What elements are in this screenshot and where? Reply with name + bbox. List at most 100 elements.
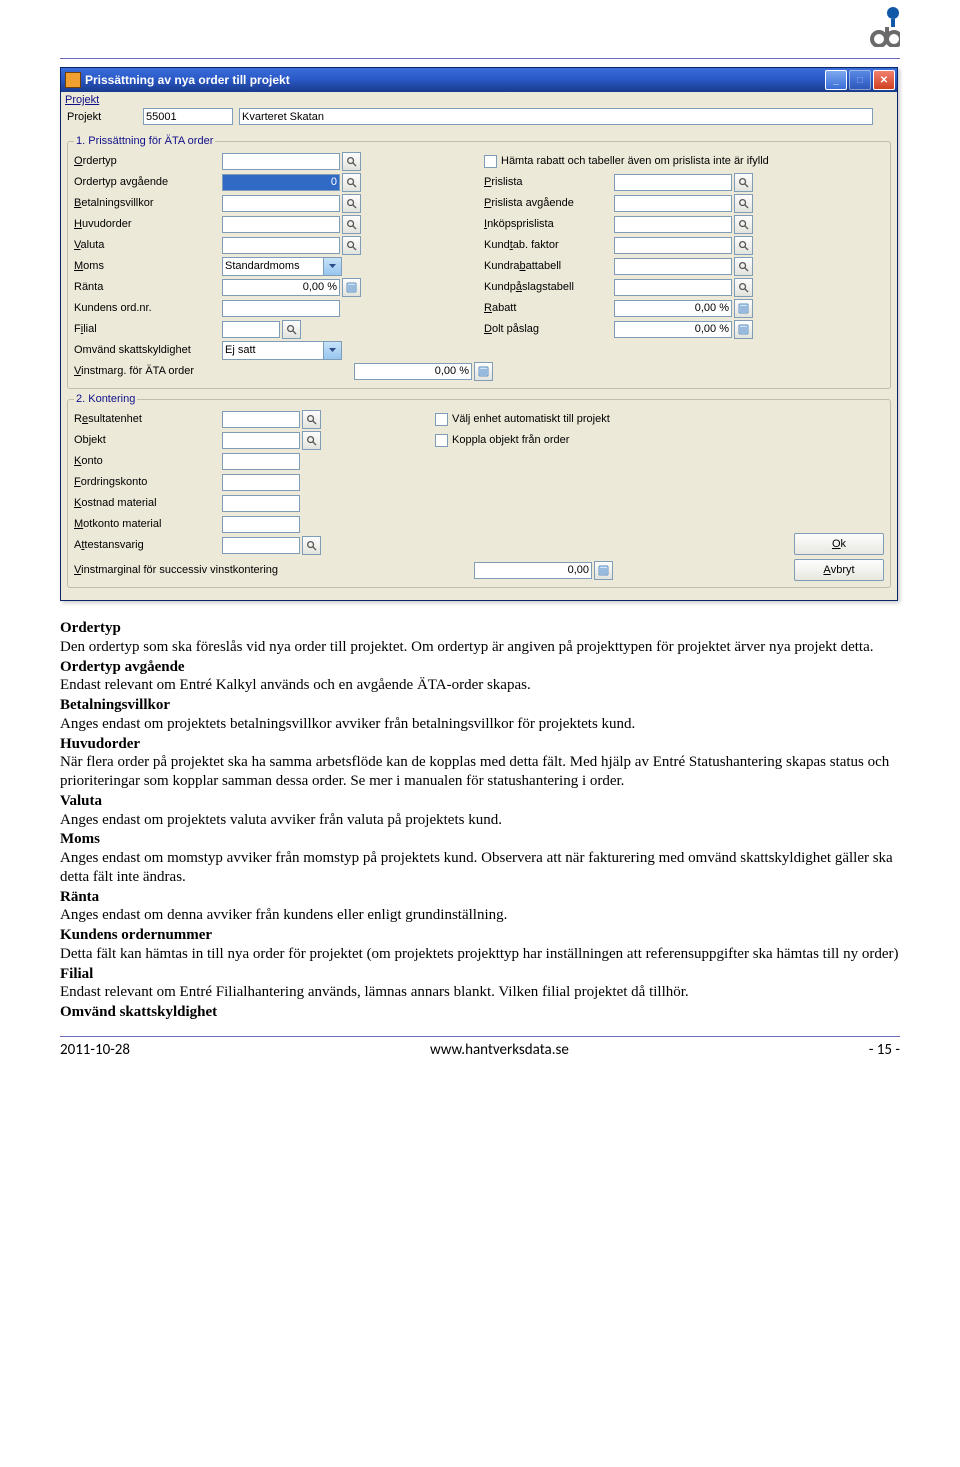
ordertyp-lookup[interactable] — [342, 152, 361, 171]
objekt-lookup[interactable] — [302, 431, 321, 450]
vinstmarginal-field[interactable] — [474, 562, 592, 579]
lbl-valj-enhet: Välj enhet automatiskt till projekt — [452, 413, 610, 425]
h-ordertyp-avg: Ordertyp avgående — [60, 658, 900, 677]
logo-ob — [870, 5, 900, 50]
page-header — [60, 0, 900, 59]
attestansvarig-lookup[interactable] — [302, 536, 321, 555]
ranta-calc-button[interactable] — [342, 278, 361, 297]
lbl-kundpaslagstabell: Kundpåslagstabell — [484, 281, 614, 293]
lbl-objekt: Objekt — [74, 434, 222, 446]
konto-field[interactable] — [222, 453, 300, 470]
dolt-paslag-field[interactable] — [614, 321, 732, 338]
kundtab-lookup[interactable] — [734, 236, 753, 255]
chevron-down-icon[interactable] — [323, 258, 341, 275]
kundpaslagstabell-lookup[interactable] — [734, 278, 753, 297]
rabatt-calc-button[interactable] — [734, 299, 753, 318]
lbl-rabatt: Rabatt — [484, 302, 614, 314]
ordertyp-avg-lookup[interactable] — [342, 173, 361, 192]
ok-button[interactable]: Ok — [794, 533, 884, 555]
chk-hamta-rabatt[interactable] — [484, 155, 497, 168]
chk-valj-enhet[interactable] — [435, 413, 448, 426]
vinstmarg-field[interactable] — [354, 363, 472, 380]
group-pricing-legend: 1. Prissättning för ÄTA order — [74, 135, 215, 147]
vinstmarg-calc-button[interactable] — [474, 362, 493, 381]
filial-lookup[interactable] — [282, 320, 301, 339]
lbl-kundtab: Kundtab. faktor — [484, 239, 614, 251]
minimize-button[interactable]: _ — [825, 70, 847, 90]
objekt-field[interactable] — [222, 432, 300, 449]
p-kundens: Detta fält kan hämtas in till nya order … — [60, 945, 900, 964]
project-row: Projekt — [61, 106, 897, 129]
betalningsvillkor-field[interactable] — [222, 195, 340, 212]
lbl-kostnad-material: Kostnad material — [74, 497, 222, 509]
group-kontering: 2. Kontering Resultatenhet Objekt Konto … — [67, 393, 891, 588]
lbl-konto: Konto — [74, 455, 222, 467]
project-label: Projekt — [67, 111, 137, 123]
resultatenhet-field[interactable] — [222, 411, 300, 428]
footer-page: - 15 - — [869, 1041, 900, 1059]
kundtab-field[interactable] — [614, 237, 732, 254]
vinstmarginal-calc-button[interactable] — [594, 561, 613, 580]
h-valuta: Valuta — [60, 792, 900, 811]
lbl-ordertyp: Ordertyp — [74, 155, 222, 167]
lbl-ordertyp-avg: Ordertyp avgående — [74, 176, 222, 188]
betalningsvillkor-lookup[interactable] — [342, 194, 361, 213]
titlebar[interactable]: Prissättning av nya order till projekt _… — [61, 68, 897, 92]
lbl-dolt-paslag: Dolt påslag — [484, 323, 614, 335]
valuta-lookup[interactable] — [342, 236, 361, 255]
avbryt-button[interactable]: Avbryt — [794, 559, 884, 581]
ranta-field[interactable] — [222, 279, 340, 296]
h-moms: Moms — [60, 830, 900, 849]
huvudorder-lookup[interactable] — [342, 215, 361, 234]
project-id-field[interactable] — [143, 108, 233, 125]
kundens-ord-field[interactable] — [222, 300, 340, 317]
resultatenhet-lookup[interactable] — [302, 410, 321, 429]
moms-value[interactable] — [223, 258, 323, 275]
lbl-vinstmarg: Vinstmarg. för ÄTA order — [74, 365, 354, 377]
inkopsprislista-field[interactable] — [614, 216, 732, 233]
page-footer: 2011-10-28 www.hantverksdata.se - 15 - — [60, 1036, 900, 1059]
ordertyp-field[interactable] — [222, 153, 340, 170]
dolt-paslag-calc-button[interactable] — [734, 320, 753, 339]
attestansvarig-field[interactable] — [222, 537, 300, 554]
kundrabattabell-lookup[interactable] — [734, 257, 753, 276]
omvand-value[interactable] — [223, 342, 323, 359]
p-valuta: Anges endast om projektets valuta avvike… — [60, 811, 900, 830]
rabatt-field[interactable] — [614, 300, 732, 317]
group-pricing: 1. Prissättning för ÄTA order Ordertyp O… — [67, 135, 891, 389]
p-ranta: Anges endast om denna avviker från kunde… — [60, 906, 900, 925]
maximize-button: □ — [849, 70, 871, 90]
prislista-avg-field[interactable] — [614, 195, 732, 212]
project-name-field[interactable] — [239, 108, 873, 125]
chk-koppla-objekt[interactable] — [435, 434, 448, 447]
prislista-lookup[interactable] — [734, 173, 753, 192]
kostnad-material-field[interactable] — [222, 495, 300, 512]
lbl-kundens-ord: Kundens ord.nr. — [74, 302, 222, 314]
group-kontering-legend: 2. Kontering — [74, 393, 137, 405]
lbl-omvand: Omvänd skattskyldighet — [74, 344, 222, 356]
menu-projekt[interactable]: Projekt — [65, 94, 99, 106]
omvand-combo[interactable] — [222, 341, 342, 360]
close-button[interactable]: ✕ — [873, 70, 895, 90]
h-filial: Filial — [60, 965, 900, 984]
filial-field[interactable] — [222, 321, 280, 338]
fordringskonto-field[interactable] — [222, 474, 300, 491]
kundrabattabell-field[interactable] — [614, 258, 732, 275]
kundpaslagstabell-field[interactable] — [614, 279, 732, 296]
p-moms: Anges endast om momstyp avviker från mom… — [60, 849, 900, 887]
lbl-valuta: Valuta — [74, 239, 222, 251]
inkopsprislista-lookup[interactable] — [734, 215, 753, 234]
motkonto-material-field[interactable] — [222, 516, 300, 533]
window-title: Prissättning av nya order till projekt — [85, 73, 823, 87]
moms-combo[interactable] — [222, 257, 342, 276]
lbl-inkopsprislista: Inköpsprislista — [484, 218, 614, 230]
valuta-field[interactable] — [222, 237, 340, 254]
h-kundens: Kundens ordernummer — [60, 926, 900, 945]
p-betalningsvillkor: Anges endast om projektets betalningsvil… — [60, 715, 900, 734]
huvudorder-field[interactable] — [222, 216, 340, 233]
lbl-prislista-avg: Prislista avgående — [484, 197, 614, 209]
prislista-avg-lookup[interactable] — [734, 194, 753, 213]
prislista-field[interactable] — [614, 174, 732, 191]
chevron-down-icon[interactable] — [323, 342, 341, 359]
ordertyp-avg-field[interactable] — [222, 174, 340, 191]
